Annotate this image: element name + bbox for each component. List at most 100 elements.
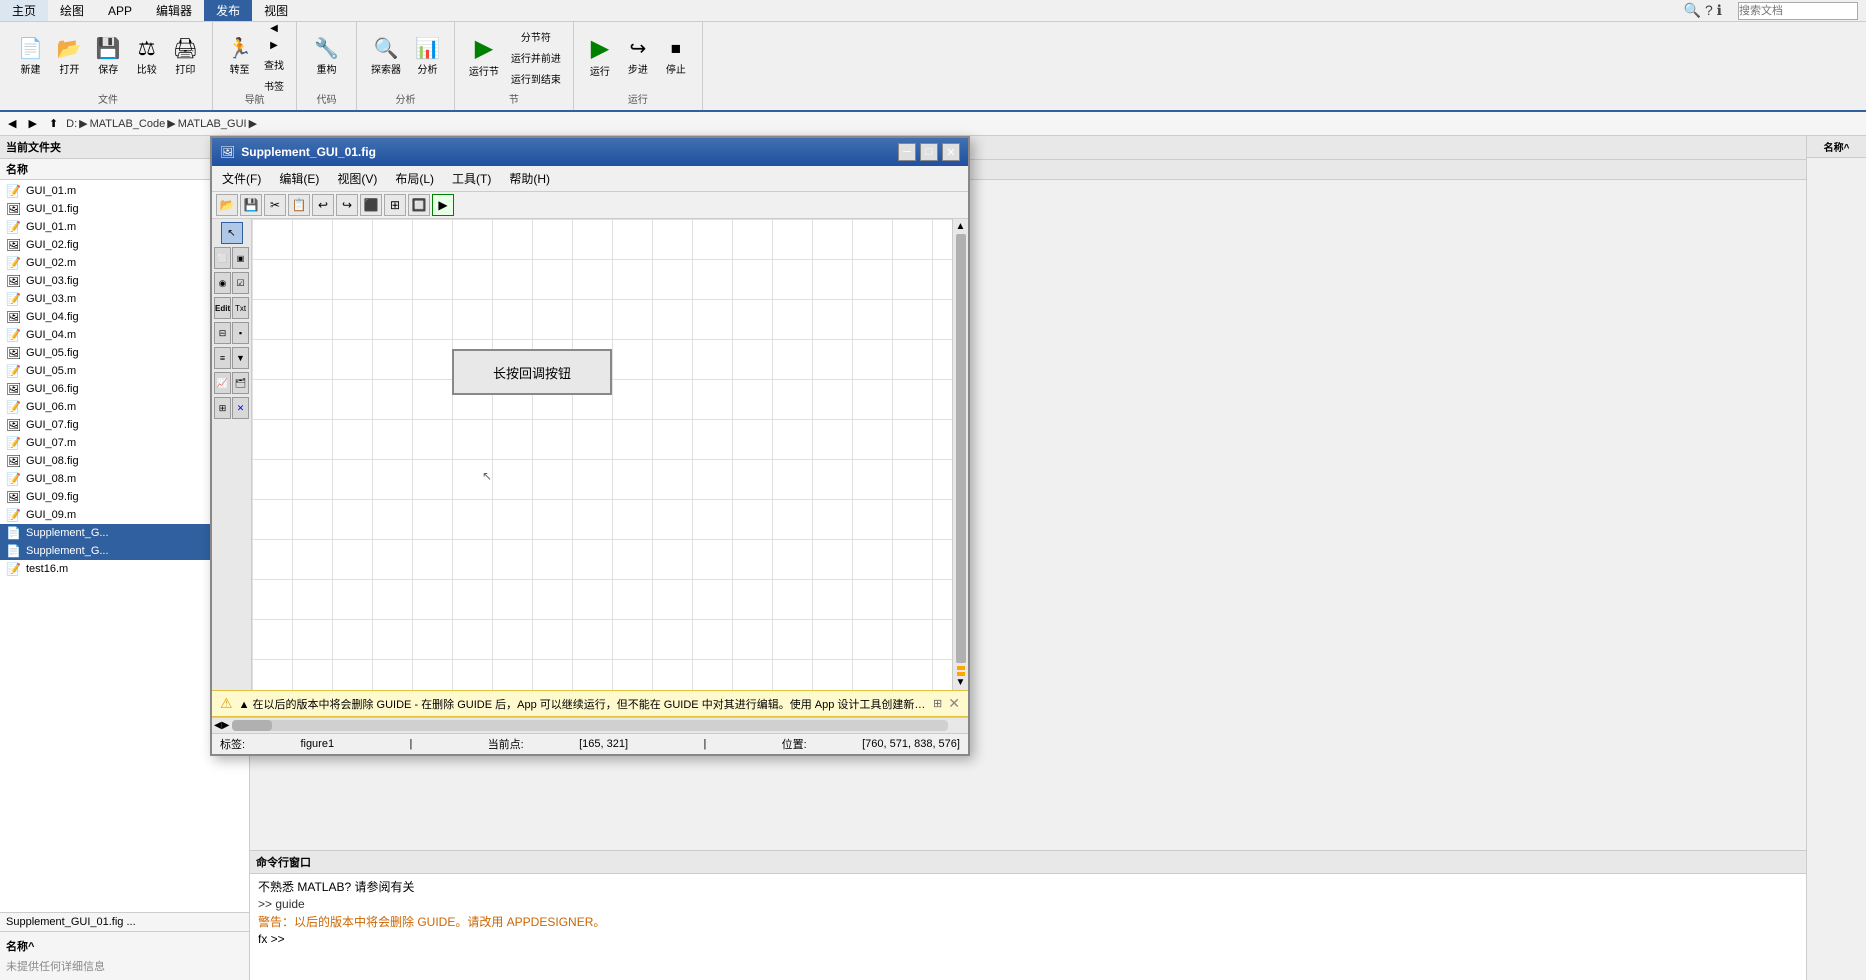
explorer-icon: 🔍 [374, 39, 399, 59]
breadcrumb-sep3: ▶ [249, 117, 257, 130]
gui-canvas[interactable]: 长按回调按钮 ↖ [252, 219, 952, 690]
goto-button[interactable]: 🏃 转至 [221, 28, 258, 88]
toolbar-cut[interactable]: ✂ [264, 194, 286, 216]
explorer-button[interactable]: 🔍 探索器 [365, 28, 407, 88]
stop-button[interactable]: ⏹ 停止 [658, 28, 694, 88]
find-button[interactable]: 查找 [260, 55, 288, 74]
nav-back-btn[interactable]: ◀ [4, 116, 20, 131]
refactor-icon: 🔧 [314, 39, 339, 59]
scrollbar-thumb[interactable] [956, 234, 966, 663]
hscrollbar-left-btn[interactable]: ◀ [214, 720, 222, 731]
breadcrumb: D: ▶ MATLAB_Code ▶ MATLAB_GUI ▶ [66, 117, 257, 130]
code-buttons: 🔧 重构 [308, 26, 345, 89]
compare-button[interactable]: ⚖ 比较 [129, 28, 165, 88]
run-section-button[interactable]: ▶ 运行节 [463, 28, 505, 88]
menu-publish[interactable]: 发布 [204, 0, 252, 21]
new-button[interactable]: 📄 新建 [12, 28, 49, 88]
run-button[interactable]: ▶ 运行 [582, 28, 618, 88]
save-button[interactable]: 💾 保存 [90, 28, 127, 88]
menu-plot[interactable]: 绘图 [48, 0, 96, 21]
menu-view[interactable]: 视图 [252, 0, 300, 21]
cmd-line: 警告：以后的版本中将会删除 GUIDE。请改用 APPDESIGNER。 [258, 913, 1798, 930]
run-end-button[interactable]: 运行到结束 [507, 69, 565, 88]
file-icon: 📝 [6, 292, 22, 306]
divider-button[interactable]: 分节符 [507, 27, 565, 46]
file-group-label: 文件 [98, 89, 118, 106]
cmd-line: 不熟悉 MATLAB? 请参阅有关 [258, 878, 1798, 895]
breadcrumb-matlab-gui[interactable]: MATLAB_GUI [178, 118, 247, 130]
file-panel-footer: Supplement_GUI_01.fig ... [0, 912, 249, 931]
print-button[interactable]: 🖨 打印 [167, 28, 204, 88]
menu-home[interactable]: 主页 [0, 0, 48, 21]
toolbar-props[interactable]: 🔲 [408, 194, 430, 216]
warning-close[interactable]: ✕ [948, 695, 960, 712]
back-button[interactable]: ◀ [260, 21, 288, 36]
gui-button-widget[interactable]: 长按回调按钮 [452, 349, 612, 395]
tool-cursor[interactable]: ↖ [221, 222, 243, 244]
run-advance-button[interactable]: 运行并前进 [507, 48, 565, 67]
file-icon: 🖼 [6, 310, 22, 324]
tool-toggle[interactable]: ▣ [232, 247, 249, 269]
toolbar-copy[interactable]: 📋 [288, 194, 310, 216]
maximize-button[interactable]: □ [920, 143, 938, 161]
tool-table[interactable]: ⊞ [214, 397, 231, 419]
toolbar-align[interactable]: ⬛ [360, 194, 382, 216]
tool-frame[interactable]: ▪ [232, 322, 249, 344]
tool-edit[interactable]: Edit [214, 297, 231, 319]
gui-menu-file[interactable]: 文件(F) [214, 168, 269, 189]
gui-scrollbar-v[interactable]: ▲ ▼ [952, 219, 968, 690]
search-input[interactable] [1738, 2, 1858, 20]
cursor-indicator: ↖ [482, 469, 492, 483]
toolbar-undo[interactable]: ↩ [312, 194, 334, 216]
nav-forward-btn[interactable]: ▶ [24, 116, 40, 131]
scrollbar-up-btn[interactable]: ▲ [956, 221, 966, 232]
run-label: 运行 [590, 63, 610, 78]
refactor-button[interactable]: 🔧 重构 [308, 28, 345, 88]
menu-app[interactable]: APP [96, 2, 144, 20]
tool-activex[interactable]: ✕ [232, 397, 249, 419]
open-button[interactable]: 📂 打开 [51, 28, 88, 88]
tool-slider[interactable]: ⊟ [214, 322, 231, 344]
step-button[interactable]: ↪ 步进 [620, 28, 656, 88]
command-window-header: 命令行窗口 [250, 851, 1806, 874]
analysis-group-label: 分析 [395, 89, 415, 106]
tool-panel[interactable]: 🗂 [232, 372, 249, 394]
toolbar-redo[interactable]: ↪ [336, 194, 358, 216]
hscrollbar-thumb[interactable] [232, 720, 272, 731]
cmd-input[interactable] [289, 932, 1798, 946]
menu-editor[interactable]: 编辑器 [144, 0, 204, 21]
gui-menu-tools[interactable]: 工具(T) [444, 168, 499, 189]
tool-radio[interactable]: ◉ [214, 272, 231, 294]
tool-static[interactable]: Txt [232, 297, 249, 319]
toolbar-run[interactable]: ▶ [432, 194, 454, 216]
breadcrumb-d[interactable]: D: [66, 118, 77, 130]
nav-up-btn[interactable]: ⬆ [45, 116, 62, 131]
breadcrumb-sep1: ▶ [79, 117, 87, 130]
stop-icon: ⏹ [671, 39, 681, 59]
hscrollbar-right-btn[interactable]: ▶ [222, 720, 230, 731]
gui-menu-view[interactable]: 视图(V) [329, 168, 385, 189]
cmd-input-line: fx >> [258, 932, 1798, 946]
minimize-button[interactable]: ─ [898, 143, 916, 161]
command-content: 不熟悉 MATLAB? 请参阅有关 >> guide 警告：以后的版本中将会删除… [250, 874, 1806, 980]
gui-menu-help[interactable]: 帮助(H) [501, 168, 558, 189]
close-button[interactable]: ✕ [942, 143, 960, 161]
tool-listbox[interactable]: ≡ [214, 347, 231, 369]
gui-scrollbar-h[interactable]: ◀ ▶ [212, 717, 968, 733]
scrollbar-down-btn[interactable]: ▼ [956, 677, 966, 688]
analysis-button[interactable]: 📊 分析 [409, 28, 446, 88]
warning-expand[interactable]: ⊞ [933, 697, 942, 710]
gui-title-icon: 🖼 [220, 145, 235, 159]
detail-title: 名称^ [6, 938, 243, 954]
toolbar-save[interactable]: 💾 [240, 194, 262, 216]
tool-axes[interactable]: 📈 [214, 372, 231, 394]
gui-menu-edit[interactable]: 编辑(E) [271, 168, 327, 189]
gui-menu-layout[interactable]: 布局(L) [387, 168, 442, 189]
tool-checkbox[interactable]: ☑ [232, 272, 249, 294]
toolbar-grid[interactable]: ⊞ [384, 194, 406, 216]
tool-popup[interactable]: ▼ [232, 347, 249, 369]
toolbar-open[interactable]: 📂 [216, 194, 238, 216]
breadcrumb-matlab-code[interactable]: MATLAB_Code [90, 118, 166, 130]
tool-pushbutton[interactable]: ⬜ [214, 247, 231, 269]
forward-button[interactable]: ▶ [260, 38, 288, 53]
